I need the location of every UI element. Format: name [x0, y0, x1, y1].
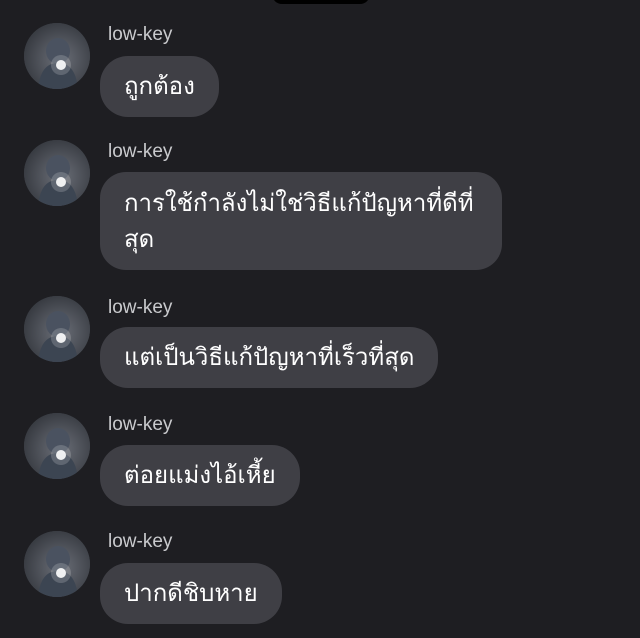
- message-bubble[interactable]: การใช้กำลังไม่ใช่วิธีแก้ปัญหาที่ดีที่สุด: [100, 172, 502, 270]
- avatar-photo-icon: [24, 23, 90, 89]
- sender-name: low-key: [108, 414, 173, 435]
- avatar[interactable]: [24, 296, 90, 362]
- avatar[interactable]: [24, 531, 90, 597]
- message-bubble[interactable]: แต่เป็นวิธีแก้ปัญหาที่เร็วที่สุด: [100, 327, 439, 388]
- avatar-photo-icon: [24, 296, 90, 362]
- avatar[interactable]: [24, 140, 90, 206]
- device-notch: [272, 0, 370, 4]
- sender-name: low-key: [108, 297, 173, 318]
- avatar[interactable]: [24, 413, 90, 479]
- avatar-photo-icon: [24, 140, 90, 206]
- message-bubble[interactable]: ถูกต้อง: [100, 56, 219, 117]
- avatar-photo-icon: [24, 531, 90, 597]
- message-bubble[interactable]: ต่อยแม่งไอ้เหี้ย: [100, 445, 300, 506]
- chat-screen: low-key ถูกต้อง low-key การใช้กำลังไม่ใช…: [0, 0, 640, 638]
- avatar-photo-icon: [24, 413, 90, 479]
- sender-name: low-key: [108, 141, 173, 162]
- message-bubble[interactable]: ปากดีชิบหาย: [100, 563, 282, 624]
- sender-name: low-key: [108, 531, 173, 552]
- avatar[interactable]: [24, 23, 90, 89]
- sender-name: low-key: [108, 24, 173, 45]
